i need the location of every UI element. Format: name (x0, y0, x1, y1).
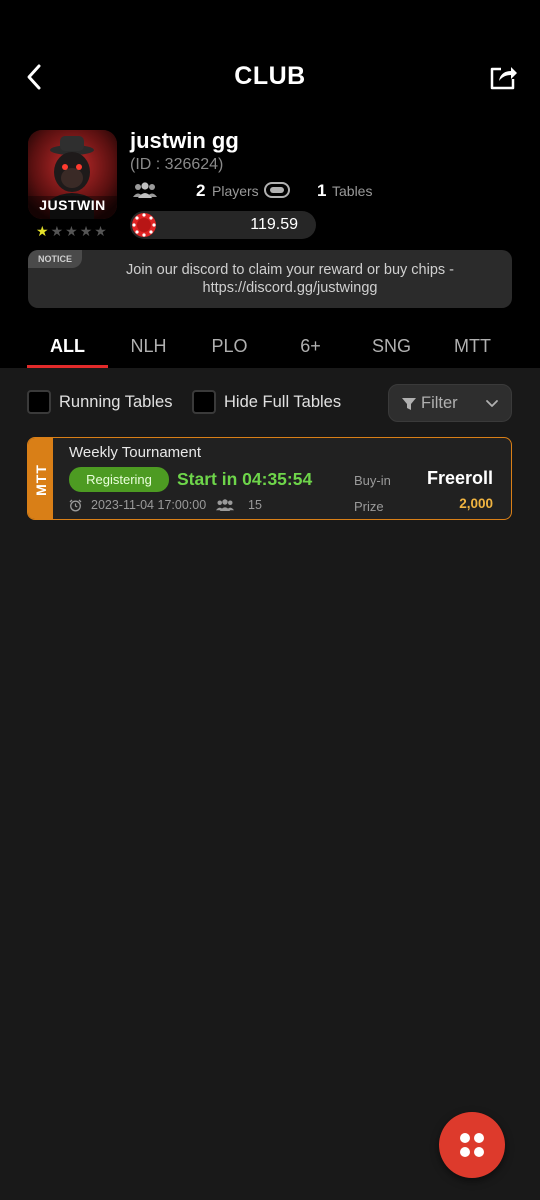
star-icon: ★ (94, 223, 107, 239)
players-count: 2 (196, 181, 206, 200)
tab-all[interactable]: ALL (27, 330, 108, 368)
prize-value: 2,000 (459, 496, 493, 511)
star-icon: ★ (36, 223, 49, 239)
tournament-name: Weekly Tournament (69, 444, 202, 461)
tournament-player-count: 15 (248, 498, 262, 512)
running-tables-checkbox[interactable] (27, 390, 51, 414)
buyin-value: Freeroll (426, 468, 493, 488)
notice-text: Join our discord to claim your reward or… (126, 262, 454, 296)
tables-count: 1 (317, 181, 327, 200)
club-logo-text: JUSTWIN (39, 197, 106, 213)
star-icon: ★ (65, 223, 78, 239)
alarm-clock-icon (69, 499, 82, 512)
share-button[interactable] (488, 62, 518, 92)
tournament-datetime: 2023-11-04 17:00:00 (91, 498, 207, 512)
hide-full-tables-checkbox[interactable] (192, 390, 216, 414)
filter-icon (402, 398, 416, 410)
poker-chip-icon (132, 213, 156, 237)
players-icon (133, 182, 157, 198)
club-avatar[interactable]: JUSTWIN (28, 130, 117, 219)
start-countdown: Start in 04:35:54 (177, 469, 313, 489)
notice-banner: NOTICE Join our discord to claim your re… (28, 250, 512, 308)
chevron-down-icon (486, 400, 498, 407)
tab-sng[interactable]: SNG (351, 330, 432, 368)
tab-nlh[interactable]: NLH (108, 330, 189, 368)
players-icon (216, 499, 234, 511)
tab-6plus[interactable]: 6+ (270, 330, 351, 368)
star-icon: ★ (79, 223, 93, 239)
buyin-label: Buy-in (354, 473, 391, 488)
tab-mtt[interactable]: MTT (432, 330, 513, 368)
filter-dropdown[interactable]: Filter (388, 384, 512, 422)
chips-value: 119.59 (250, 216, 298, 233)
filter-label: Filter (421, 394, 458, 412)
tournament-card[interactable]: MTT Weekly Tournament Registering Start … (27, 437, 512, 520)
prize-label: Prize (354, 499, 384, 514)
chips-balance[interactable]: 119.59 (130, 211, 316, 239)
table-icon (264, 182, 290, 198)
hide-full-tables-label[interactable]: Hide Full Tables (224, 393, 341, 412)
club-id: (ID : 326624) (130, 156, 224, 173)
players-label: Players (212, 183, 259, 199)
game-type-tabs: ALL NLH PLO 6+ SNG MTT (27, 330, 513, 368)
menu-fab-button[interactable] (439, 1112, 505, 1178)
star-icon: ★ (50, 223, 64, 239)
page-title: CLUB (234, 62, 306, 90)
tournament-type-badge: MTT (28, 438, 53, 519)
club-rating: ★ ★ ★ ★ ★ (36, 224, 107, 238)
tab-plo[interactable]: PLO (189, 330, 270, 368)
tournament-type-label: MTT (32, 463, 49, 496)
club-stats: 2 Players 1 Tables (130, 180, 390, 202)
status-badge: Registering (69, 467, 169, 492)
notice-tag: NOTICE (28, 250, 83, 268)
share-icon (490, 67, 517, 90)
tables-label: Tables (332, 183, 373, 199)
club-name: justwin gg (130, 128, 239, 153)
running-tables-label[interactable]: Running Tables (59, 393, 172, 412)
grid-dots-icon (460, 1133, 484, 1157)
top-bar: CLUB (0, 50, 540, 104)
